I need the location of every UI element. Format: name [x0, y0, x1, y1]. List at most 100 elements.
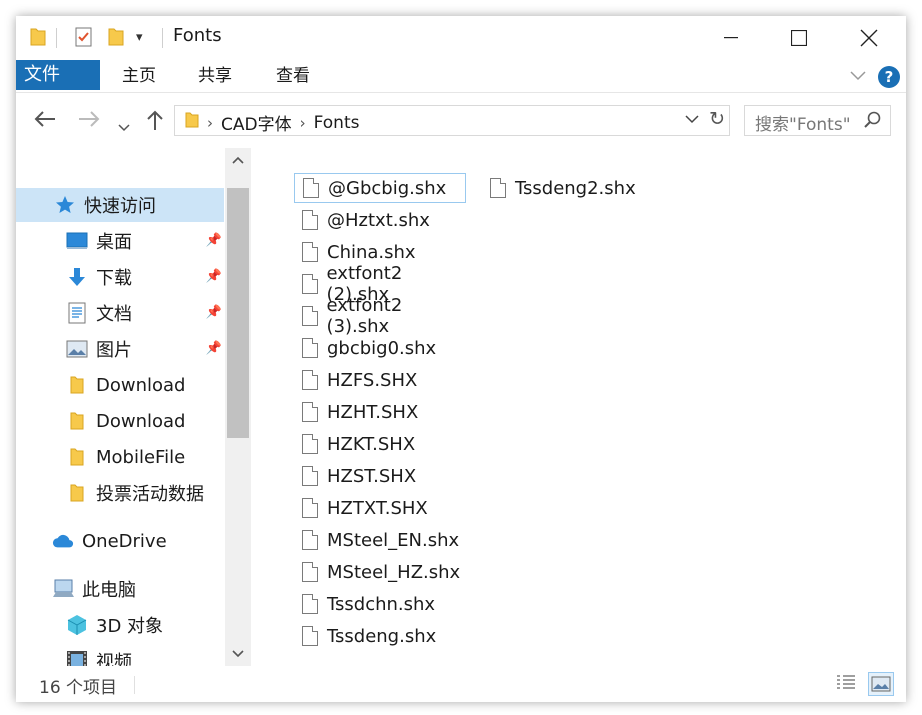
nav-item-label: Download	[96, 374, 186, 396]
minimize-button[interactable]	[700, 16, 762, 60]
nav-item-desktop[interactable]: 桌面 📌	[16, 224, 224, 258]
tab-home[interactable]: 主页	[112, 60, 166, 92]
scrollbar-thumb[interactable]	[227, 188, 249, 438]
file-name: China.shx	[327, 241, 416, 263]
chevron-right-icon[interactable]: ›	[300, 114, 306, 132]
up-arrow-icon[interactable]	[146, 109, 164, 136]
recent-locations-chevron-icon[interactable]	[118, 113, 130, 137]
file-name: @Gbcbig.shx	[328, 177, 447, 199]
file-item[interactable]: HZST.SHX	[294, 461, 466, 491]
breadcrumb-item[interactable]: Fonts	[314, 113, 360, 133]
large-icons-view-button[interactable]	[868, 672, 894, 696]
nav-item-3d-objects[interactable]: 3D 对象	[16, 608, 224, 642]
nav-item-download-2[interactable]: Download	[16, 404, 224, 438]
file-name: Tssdeng2.shx	[515, 177, 636, 199]
file-item[interactable]: extfont2 (3).shx	[294, 295, 466, 337]
scroll-up-icon[interactable]	[225, 148, 251, 172]
file-item[interactable]: HZKT.SHX	[294, 429, 466, 459]
file-icon	[302, 370, 318, 390]
folder-icon	[66, 482, 88, 504]
file-name: HZTXT.SHX	[327, 497, 428, 519]
address-row: › CAD字体 › Fonts ↻ 搜索"Fonts"	[16, 93, 906, 148]
back-arrow-icon[interactable]	[34, 109, 56, 133]
details-view-button[interactable]	[834, 672, 858, 694]
file-icon	[302, 210, 318, 230]
search-icon[interactable]	[864, 111, 882, 133]
nav-item-label: Download	[96, 410, 186, 432]
nav-item-pictures[interactable]: 图片 📌	[16, 332, 224, 366]
nav-item-onedrive[interactable]: OneDrive	[16, 524, 224, 558]
chevron-right-icon[interactable]: ›	[207, 114, 213, 132]
pin-icon[interactable]: 📌	[206, 305, 222, 320]
address-history-chevron-icon[interactable]	[685, 110, 699, 128]
nav-item-documents[interactable]: 文档 📌	[16, 296, 224, 330]
item-count: 16 个项目	[39, 678, 118, 698]
file-item[interactable]: Tssdchn.shx	[294, 589, 466, 619]
nav-item-label: MobileFile	[96, 446, 186, 468]
close-button[interactable]	[838, 16, 900, 60]
nav-item-label: 桌面	[96, 232, 132, 253]
nav-item-mobilefile[interactable]: MobileFile	[16, 440, 224, 474]
forward-arrow-icon[interactable]	[78, 109, 100, 133]
navigation-pane: 快速访问 桌面 📌 下载 📌 文档 📌 图片 📌 Download Downlo…	[16, 148, 251, 666]
ribbon-tabs: 文件 主页 共享 查看 ?	[16, 60, 906, 93]
nav-item-videos[interactable]: 视频	[16, 644, 224, 666]
film-icon	[66, 650, 88, 666]
customize-toolbar-chevron-icon[interactable]: ▾	[136, 26, 143, 48]
nav-item-downloads[interactable]: 下载 📌	[16, 260, 224, 294]
nav-item-download-1[interactable]: Download	[16, 368, 224, 402]
file-name: HZFS.SHX	[327, 369, 418, 391]
file-icon	[302, 306, 318, 326]
file-name: Tssdchn.shx	[327, 593, 436, 615]
nav-item-quick-access[interactable]: 快速访问	[16, 188, 224, 222]
search-box[interactable]: 搜索"Fonts"	[744, 105, 891, 136]
computer-icon	[52, 578, 74, 600]
tab-share[interactable]: 共享	[188, 60, 242, 92]
nav-item-this-pc[interactable]: 此电脑	[16, 572, 224, 606]
file-name: MSteel_HZ.shx	[327, 561, 461, 583]
file-item[interactable]: gbcbig0.shx	[294, 333, 466, 363]
new-folder-icon[interactable]	[108, 26, 124, 48]
nav-item-label: 图片	[96, 340, 132, 361]
tab-file[interactable]: 文件	[16, 60, 100, 90]
file-item[interactable]: Tssdeng.shx	[294, 621, 466, 651]
file-name: @Hztxt.shx	[327, 209, 430, 231]
file-item[interactable]: HZTXT.SHX	[294, 493, 466, 523]
expand-ribbon-chevron-icon[interactable]	[850, 66, 866, 85]
scroll-down-icon[interactable]	[225, 642, 251, 666]
file-icon	[302, 594, 318, 614]
file-icon	[302, 402, 318, 422]
refresh-icon[interactable]: ↻	[709, 108, 725, 130]
folder-icon	[66, 374, 88, 396]
nav-item-vote-data[interactable]: 投票活动数据	[16, 476, 224, 510]
pin-icon[interactable]: 📌	[206, 233, 222, 248]
file-icon	[302, 466, 318, 486]
folder-icon	[185, 111, 199, 134]
file-list: @Gbcbig.shx @Hztxt.shx China.shx extfont2 (…	[260, 148, 900, 666]
address-bar[interactable]: › CAD字体 › Fonts ↻	[174, 105, 730, 136]
nav-scrollbar[interactable]	[225, 148, 251, 666]
pin-icon[interactable]: 📌	[206, 269, 222, 284]
breadcrumb-item[interactable]: CAD字体	[221, 110, 292, 135]
file-item[interactable]: Tssdeng2.shx	[482, 173, 650, 203]
file-name: HZST.SHX	[327, 465, 417, 487]
pin-icon[interactable]: 📌	[206, 341, 222, 356]
file-item[interactable]: MSteel_HZ.shx	[294, 557, 466, 587]
file-icon	[302, 562, 318, 582]
nav-item-label: 视频	[96, 652, 132, 666]
maximize-button[interactable]	[768, 16, 830, 60]
file-item[interactable]: @Hztxt.shx	[294, 205, 466, 235]
search-input[interactable]: 搜索"Fonts"	[755, 110, 851, 135]
nav-item-label: 投票活动数据	[96, 484, 204, 505]
tab-view[interactable]: 查看	[266, 60, 320, 92]
file-name: MSteel_EN.shx	[327, 529, 460, 551]
file-icon	[302, 626, 318, 646]
file-item[interactable]: HZHT.SHX	[294, 397, 466, 427]
file-item[interactable]: MSteel_EN.shx	[294, 525, 466, 555]
nav-item-label: OneDrive	[82, 530, 167, 552]
file-item[interactable]: @Gbcbig.shx	[294, 173, 466, 203]
file-item[interactable]: HZFS.SHX	[294, 365, 466, 395]
properties-icon[interactable]	[74, 26, 94, 48]
file-icon	[303, 178, 319, 198]
help-button[interactable]: ?	[878, 66, 900, 88]
